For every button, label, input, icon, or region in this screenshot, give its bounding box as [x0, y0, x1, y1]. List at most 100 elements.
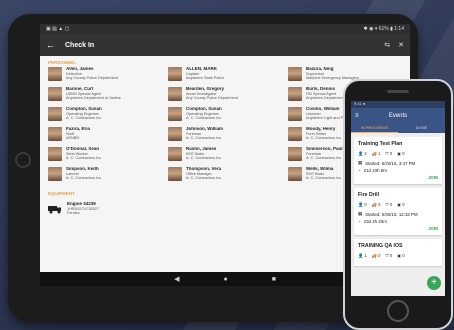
person-name: Rastin, James — [186, 147, 217, 151]
person-name: Compton, Susan — [66, 107, 102, 111]
person-name: Fazira, Eria — [66, 127, 91, 131]
phone-title: Events — [388, 113, 408, 119]
avatar — [288, 147, 302, 161]
truck-icon — [48, 205, 61, 214]
person-card[interactable]: Fazira, Eria Staff ASNBR — [48, 127, 162, 147]
swap-icon[interactable]: ⇆ — [384, 41, 390, 49]
menu-icon[interactable]: ≡ — [355, 113, 359, 119]
box-icon: ▣ 0 — [397, 253, 405, 258]
tablet-camera — [15, 152, 31, 168]
stat-people: 2 — [364, 151, 367, 156]
event-stats: 👤 2 🚚 1 ⛉ 0 ▣ 0 — [358, 151, 438, 157]
personnel-header: PERSONNEL — [48, 60, 77, 65]
event-started: ▦ Started: 5/30/15, 12:32 PM — [358, 211, 418, 217]
stat-equipment: 0 — [378, 202, 381, 207]
join-button[interactable]: JOIN — [358, 175, 438, 180]
person-org: ASNBR — [66, 136, 80, 141]
event-title: Training Test Plan — [358, 141, 403, 147]
event-stats: 👤 1 🚚 0 ⛉ 0 ▣ 0 — [358, 253, 438, 259]
person-name: Simpson, Keith — [66, 167, 99, 171]
person-name: Thompson, Vera — [186, 167, 222, 171]
person-name: Johnson, William — [186, 127, 223, 131]
person-org: Anywhere Department of Justice — [66, 96, 121, 101]
box-icon: ▣ 0 — [397, 151, 405, 156]
phone-status-bar: 9:41 ● — [351, 101, 445, 108]
phone-home-button[interactable] — [387, 300, 409, 322]
person-card[interactable]: Simpson, Keith Laborer A. C. Contractors I… — [48, 167, 162, 187]
event-card[interactable]: TRAINING QA IOS 👤 1 🚚 0 ⛉ 0 ▣ 0 — [354, 239, 442, 266]
event-title: TRAINING QA IOS — [358, 243, 403, 249]
phone-speaker — [387, 90, 409, 93]
event-card[interactable]: Training Test Plan 👤 2 🚚 1 ⛉ 0 ▣ 0 ▦ Star… — [354, 137, 442, 184]
avatar — [168, 167, 182, 181]
status-bar: ▣ ▤ ▲ ▢ ✱ ◉ ▾ 61% ▮ 1:14 — [40, 24, 410, 34]
equipment-type: Ferrara — [67, 211, 80, 216]
status-icons-left: ▣ ▤ ▲ ▢ — [46, 26, 70, 32]
event-card[interactable]: Fire Drill 👤 0 🚚 0 ⛉ 0 ▣ 0 ▦ Started: 5/3… — [354, 188, 442, 235]
phone-tabs: IN PROGRESS DONE — [351, 124, 445, 133]
avatar — [288, 107, 302, 121]
person-card[interactable]: Johnson, William Foreman A. C. Contractors… — [168, 127, 282, 147]
person-name: Simmerson, Paul — [306, 147, 343, 151]
avatar — [288, 87, 302, 101]
app-bar: ← Check In ⇆ ✕ — [40, 34, 410, 56]
person-org: A. C. Contractors Inc — [66, 176, 102, 181]
person-card[interactable]: Allen, James Detective Any County Police D… — [48, 67, 162, 87]
back-arrow-icon[interactable]: ← — [46, 40, 55, 50]
stat-shield: 0 — [389, 151, 393, 156]
event-stats: 👤 0 🚚 0 ⛉ 0 ▣ 0 — [358, 202, 438, 208]
stat-box: 0 — [402, 202, 405, 207]
avatar — [48, 87, 62, 101]
person-org: A. C. Contractors Inc — [186, 156, 222, 161]
stat-box: 0 — [402, 151, 405, 156]
person-card[interactable]: O'Donnal, Sean Steel Worker A. C. Contract… — [48, 147, 162, 167]
person-org: A. C. Contractors Inc — [306, 176, 342, 181]
truck-icon: 🚚 0 — [371, 202, 381, 207]
avatar — [48, 167, 62, 181]
avatar — [168, 147, 182, 161]
person-card[interactable]: Thompson, Vera Office Manager A. C. Contra… — [168, 167, 282, 187]
tab-in-progress[interactable]: IN PROGRESS — [351, 124, 398, 133]
shield-icon: ⛉ 0 — [385, 253, 393, 258]
avatar — [288, 167, 302, 181]
truck-icon: 🚚 1 — [371, 151, 381, 156]
avatar — [48, 127, 62, 141]
shield-icon: ⛉ 0 — [385, 202, 393, 207]
page-title: Check In — [65, 41, 95, 49]
avatar — [168, 67, 182, 81]
recents-nav-icon[interactable]: ■ — [272, 276, 276, 283]
avatar — [288, 67, 302, 81]
tab-done[interactable]: DONE — [398, 124, 445, 133]
person-icon: 👤 2 — [358, 151, 367, 156]
event-started: ▦ Started: 5/20/15, 3:47 PM — [358, 160, 416, 166]
home-nav-icon[interactable]: ● — [223, 276, 227, 283]
join-button[interactable]: JOIN — [358, 226, 438, 231]
person-card[interactable]: Bearden, Gregory Arson Investigator Any Co… — [168, 87, 282, 107]
avatar — [168, 127, 182, 141]
avatar — [48, 147, 62, 161]
person-org: A. C. Contractors Inc — [306, 136, 342, 141]
person-name: Compton, Susan — [186, 107, 222, 111]
back-nav-icon[interactable]: ◀ — [174, 275, 179, 283]
person-icon: 👤 1 — [358, 253, 367, 258]
status-icons-right: ✱ ◉ ▾ 61% ▮ 1:14 — [363, 26, 405, 32]
stat-equipment: 1 — [378, 151, 381, 156]
person-card[interactable]: Compton, Susan Operating Engineer A. C. Co… — [48, 107, 162, 127]
stat-people: 0 — [364, 202, 367, 207]
person-card[interactable]: ALLEN, MARK Captain Anywhere State Police — [168, 67, 282, 87]
person-card[interactable]: Compton, Susan Operating Engineer A. C. Co… — [168, 107, 282, 127]
clock-icon: ◔ — [358, 168, 361, 173]
add-event-button[interactable]: + — [427, 276, 441, 290]
person-org: Any County Police Department — [66, 76, 118, 81]
avatar — [48, 67, 62, 81]
close-icon[interactable]: ✕ — [398, 41, 404, 49]
person-name: O'Donnal, Sean — [66, 147, 100, 151]
phone-screen: 9:41 ● ≡ Events IN PROGRESS DONE Trainin… — [351, 101, 445, 296]
person-org: A. C. Contractors Inc — [186, 116, 222, 121]
person-org: Any County Police Department — [186, 96, 238, 101]
event-title: Fire Drill — [358, 192, 380, 198]
stat-shield: 0 — [389, 202, 393, 207]
avatar — [168, 87, 182, 101]
person-card[interactable]: Rastin, James EMT Basic A. C. Contractors … — [168, 147, 282, 167]
person-card[interactable]: Barone, Curt USMS Special Agent Anywhere D… — [48, 87, 162, 107]
